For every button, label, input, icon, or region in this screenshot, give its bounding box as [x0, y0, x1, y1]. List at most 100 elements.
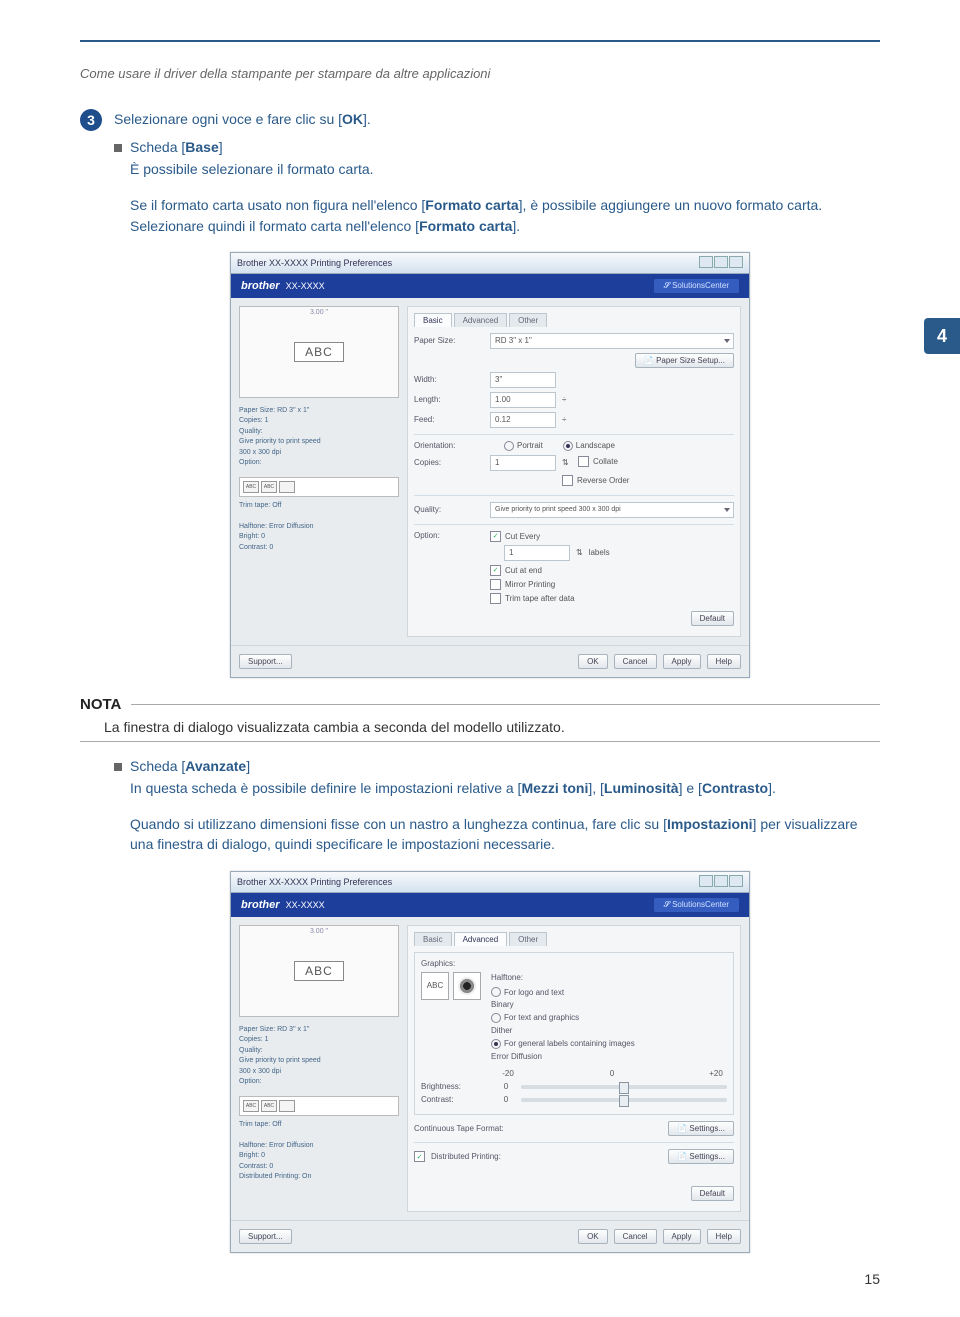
base-line1: È possibile selezionare il formato carta…: [130, 159, 880, 179]
info-option: Option:: [239, 1077, 399, 1088]
checkbox-dist[interactable]: ✓: [414, 1151, 425, 1162]
support-button[interactable]: Support...: [239, 654, 292, 669]
checkbox-trim[interactable]: Trim tape after data: [490, 593, 734, 604]
info-copies: Copies: 1: [239, 1035, 399, 1046]
base-title-c: ]: [219, 139, 223, 155]
label-quality: Quality:: [414, 505, 484, 514]
base-heading: Scheda [Base]: [114, 139, 880, 155]
radio-ht1[interactable]: For logo and text Binary: [491, 987, 727, 1013]
ht-img: [453, 972, 481, 1000]
tab-basic[interactable]: Basic: [414, 313, 452, 327]
quality-dropdown[interactable]: Give priority to print speed 300 x 300 d…: [490, 502, 734, 518]
bullet-icon: [114, 763, 122, 771]
span: ]: [246, 758, 250, 774]
brightness-slider[interactable]: Brightness:0: [421, 1082, 727, 1091]
radio-ht3[interactable]: For general labels containing images Err…: [491, 1038, 727, 1064]
width-input[interactable]: 3": [490, 372, 556, 388]
brightness-label: Brightness:: [421, 1082, 491, 1091]
support-button[interactable]: Support...: [239, 1229, 292, 1244]
brand-right-label: SolutionsCenter: [672, 900, 729, 909]
label-orientation: Orientation:: [414, 441, 484, 450]
nota-rule: [131, 704, 880, 705]
step-badge: 3: [80, 109, 102, 131]
settings-label: Settings...: [689, 1152, 725, 1161]
window-controls[interactable]: [698, 256, 743, 270]
paper-setup-button[interactable]: 📄 Paper Size Setup...: [635, 353, 734, 368]
label-copies: Copies:: [414, 458, 484, 467]
info-bright: Bright: 0: [239, 1151, 399, 1162]
info-dpi: 300 x 300 dpi: [239, 448, 399, 459]
page-number: 15: [80, 1271, 880, 1287]
info-quality2: Give priority to print speed: [239, 1056, 399, 1067]
dialog-footer: Support... OK Cancel Apply Help: [231, 645, 749, 677]
labels-text: labels: [589, 548, 610, 557]
info-trim: Trim tape: Off: [239, 1120, 399, 1131]
window-controls[interactable]: [698, 875, 743, 889]
contrast-slider[interactable]: Contrast:0: [421, 1095, 727, 1104]
dialog-title: Brother XX-XXXX Printing Preferences: [237, 877, 392, 887]
tab-other[interactable]: Other: [509, 313, 547, 327]
ok-button[interactable]: OK: [578, 1229, 608, 1244]
radio-ht2[interactable]: For text and graphics Dither: [491, 1012, 727, 1038]
tab-advanced[interactable]: Advanced: [454, 932, 508, 946]
base-title-a: Scheda [: [130, 139, 185, 155]
bullet-icon: [114, 144, 122, 152]
span: ], [: [588, 780, 604, 796]
feed-input[interactable]: 0.12: [490, 412, 556, 428]
checkbox-mirror[interactable]: Mirror Printing: [490, 579, 734, 590]
adv-line1: In questa scheda è possibile definire le…: [130, 778, 880, 798]
checkbox-cut-every[interactable]: ✓Cut Every: [490, 531, 734, 542]
copies-input[interactable]: 1: [490, 455, 556, 471]
dist-label: Distributed Printing:: [431, 1152, 561, 1161]
tab-basic[interactable]: Basic: [414, 932, 452, 946]
tab-advanced[interactable]: Advanced: [454, 313, 508, 327]
zero: 0: [525, 1069, 699, 1078]
cont-format-label: Continuous Tape Format:: [414, 1124, 524, 1133]
page-header: Come usare il driver della stampante per…: [80, 66, 880, 81]
default-button[interactable]: Default: [691, 611, 734, 626]
preview-size: 3.00 ": [310, 928, 328, 935]
ht2-label: For text and graphics Dither: [491, 1013, 579, 1035]
dialog-titlebar: Brother XX-XXXX Printing Preferences: [231, 253, 749, 274]
step-text-a: Selezionare ogni voce e fare clic su [: [114, 111, 342, 127]
ok-button[interactable]: OK: [578, 654, 608, 669]
dialog-title: Brother XX-XXXX Printing Preferences: [237, 258, 392, 268]
right-panel: Basic Advanced Other Paper Size:RD 3" x …: [407, 306, 741, 637]
checkbox-reverse[interactable]: Reverse Order: [562, 475, 629, 486]
info-paper: Paper Size: RD 3" x 1": [239, 406, 399, 417]
cancel-button[interactable]: Cancel: [614, 654, 657, 669]
brand-right[interactable]: 𝓢 SolutionsCenter: [654, 279, 739, 293]
span: ].: [768, 780, 776, 796]
apply-button[interactable]: Apply: [663, 1229, 701, 1244]
length-input[interactable]: 1.00: [490, 392, 556, 408]
step-text: Selezionare ogni voce e fare clic su [OK…: [114, 109, 371, 127]
cancel-button[interactable]: Cancel: [614, 1229, 657, 1244]
span: Impostazioni: [667, 816, 753, 832]
cut-end-label: Cut at end: [505, 566, 542, 575]
halftone-label: Halftone:: [491, 972, 727, 985]
label-width: Width:: [414, 375, 484, 384]
cut-every-value[interactable]: 1: [504, 545, 570, 561]
landscape-label: Landscape: [576, 441, 615, 450]
span: Formato carta: [425, 197, 518, 213]
paper-size-dropdown[interactable]: RD 3" x 1": [490, 333, 734, 349]
dist-settings-button[interactable]: 📄 Settings...: [668, 1149, 734, 1164]
dialog-basic: Brother XX-XXXX Printing Preferences bro…: [230, 252, 750, 678]
cont-settings-button[interactable]: 📄 Settings...: [668, 1121, 734, 1136]
help-button[interactable]: Help: [707, 1229, 741, 1244]
tab-other[interactable]: Other: [509, 932, 547, 946]
checkbox-cut-end[interactable]: ✓Cut at end: [490, 565, 734, 576]
checkbox-collate[interactable]: Collate: [578, 456, 618, 467]
radio-portrait[interactable]: Portrait: [504, 441, 543, 451]
info-halftone: Halftone: Error Diffusion: [239, 522, 399, 533]
radio-landscape[interactable]: Landscape: [563, 441, 615, 451]
cut-every-label: Cut Every: [505, 532, 540, 541]
brand-right[interactable]: 𝓢 SolutionsCenter: [654, 898, 739, 912]
apply-button[interactable]: Apply: [663, 654, 701, 669]
mini-icons: ABCABC: [239, 1096, 399, 1116]
ht-abc: ABC: [421, 972, 449, 1000]
preview-box: 3.00 " ABC: [239, 306, 399, 398]
slider-scale: -200+20: [421, 1069, 727, 1078]
default-button[interactable]: Default: [691, 1186, 734, 1201]
help-button[interactable]: Help: [707, 654, 741, 669]
